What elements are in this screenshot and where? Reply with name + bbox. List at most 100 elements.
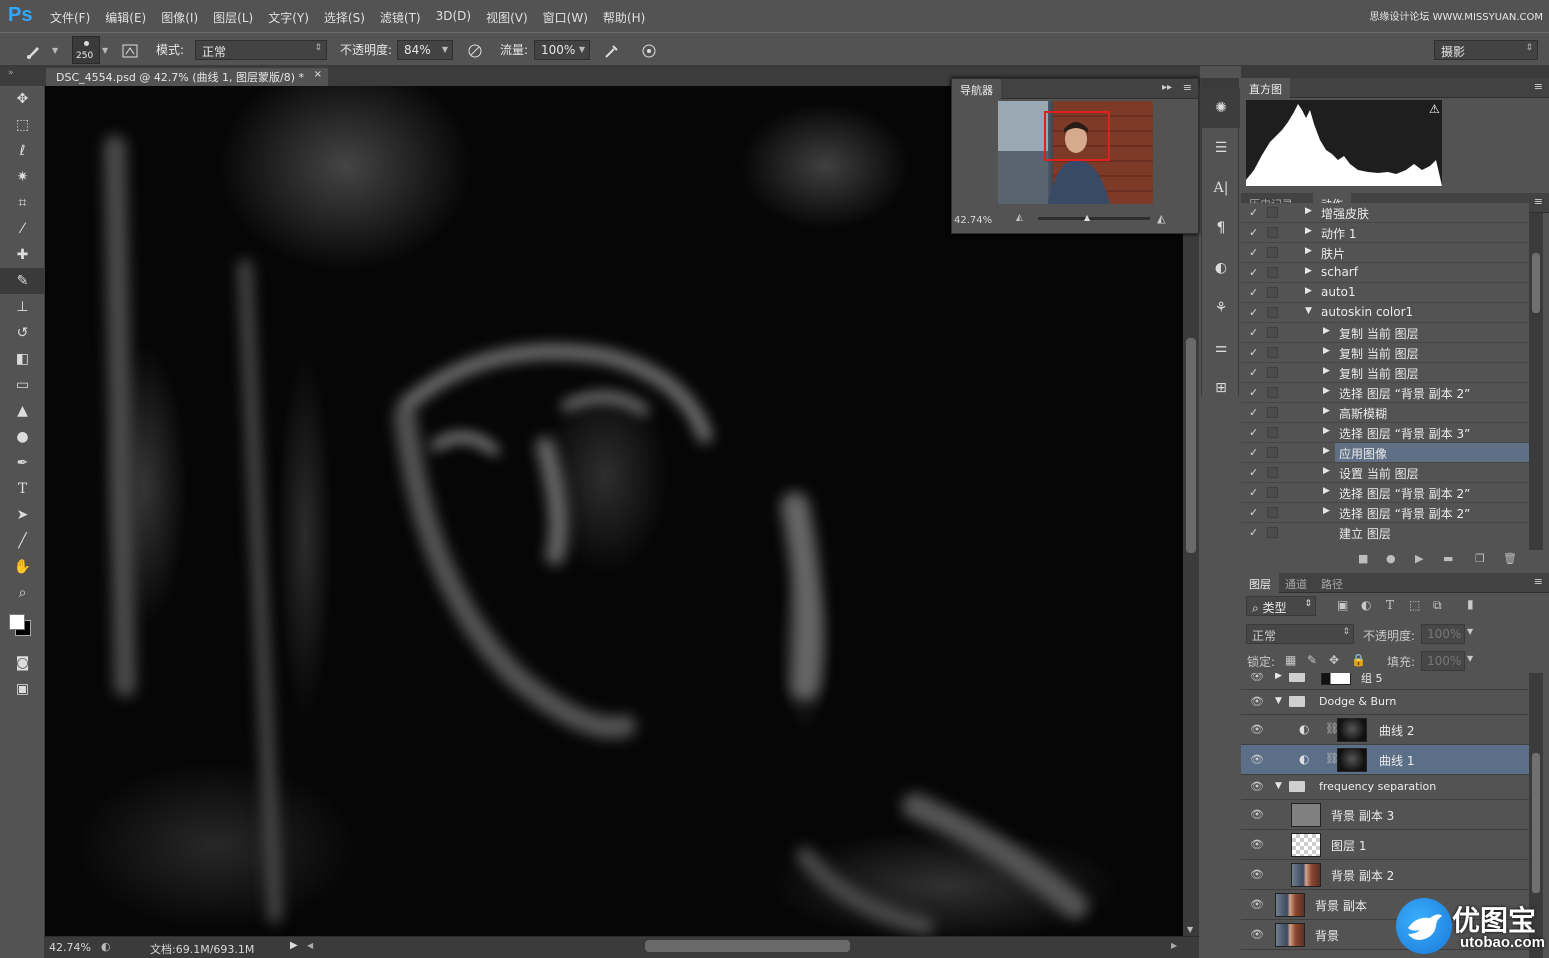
dialog-toggle-box[interactable] — [1267, 347, 1278, 358]
dialog-toggle-box[interactable] — [1267, 427, 1278, 438]
properties-panel-icon[interactable]: ⚌ — [1202, 328, 1240, 368]
expand-panel-icon[interactable]: ▸▸ — [1162, 82, 1172, 93]
action-row[interactable]: ✓ ▶ 复制 当前 图层 — [1241, 323, 1529, 343]
layer-group-row[interactable]: 👁 ▶ 组 5 — [1241, 673, 1529, 690]
checkmark-icon[interactable]: ✓ — [1249, 506, 1258, 519]
info-panel-icon[interactable]: ☰ — [1202, 128, 1240, 168]
checkmark-icon[interactable]: ✓ — [1249, 386, 1258, 399]
action-row[interactable]: ✓ ▶ 动作 1 — [1241, 223, 1529, 243]
canvas-vertical-scroll-thumb[interactable] — [1186, 338, 1196, 553]
adjustments-panel-icon[interactable]: ◐ — [1202, 248, 1240, 288]
healing-brush-tool-icon[interactable]: ✚ — [0, 242, 45, 268]
visibility-eye-icon[interactable]: 👁 — [1250, 898, 1264, 911]
layer-thumbnail[interactable] — [1291, 833, 1321, 857]
tab-paths[interactable]: 路径 — [1313, 573, 1351, 593]
dialog-toggle-box[interactable] — [1267, 507, 1278, 518]
zoom-slider-handle[interactable]: ▲ — [1084, 213, 1090, 222]
panel-menu-icon[interactable]: ≡ — [1534, 80, 1543, 93]
navigator-zoom-slider[interactable]: ▲ — [1038, 213, 1150, 222]
layer-thumbnail[interactable] — [1291, 803, 1321, 827]
pressure-size-icon[interactable] — [637, 40, 661, 62]
new-action-icon[interactable]: ❐ — [1475, 552, 1485, 565]
character-panel-icon[interactable]: A| — [1202, 168, 1240, 208]
layer-row[interactable]: 👁 背景 副本 3 — [1241, 800, 1529, 830]
fill-dropdown-icon[interactable]: ▼ — [1467, 654, 1473, 663]
expand-right-icon[interactable]: ▶ — [1323, 406, 1330, 416]
expand-right-icon[interactable]: ▶ — [1323, 366, 1330, 376]
menu-layer[interactable]: 图层(L) — [213, 9, 253, 26]
action-row[interactable]: ✓ ▶ 增强皮肤 — [1241, 203, 1529, 223]
dialog-toggle-box[interactable] — [1267, 367, 1278, 378]
layer-mask-thumbnail[interactable] — [1337, 718, 1367, 742]
visibility-eye-icon[interactable]: 👁 — [1250, 673, 1264, 683]
dialog-toggle-box[interactable] — [1267, 267, 1278, 278]
checkmark-icon[interactable]: ✓ — [1249, 406, 1258, 419]
marquee-tool-icon[interactable]: ⬚ — [0, 112, 45, 138]
document-tab[interactable]: DSC_4554.psd @ 42.7% (曲线 1, 图层蒙版/8) * × — [46, 68, 328, 86]
navigator-panel-icon[interactable]: ✺ — [1202, 88, 1240, 128]
visibility-eye-icon[interactable]: 👁 — [1250, 723, 1264, 736]
layer-thumbnail[interactable] — [1291, 863, 1321, 887]
tab-channels[interactable]: 通道 — [1277, 573, 1315, 593]
panel-menu-icon[interactable]: ≡ — [1183, 81, 1192, 94]
expand-right-icon[interactable]: ▶ — [1323, 446, 1330, 456]
blend-mode-select[interactable]: 正常 ⇕ — [1246, 624, 1354, 644]
brush-panel-toggle-icon[interactable] — [118, 40, 142, 62]
brush-preset-icon[interactable] — [22, 40, 46, 62]
layer-opacity-input[interactable]: 100% — [1421, 624, 1465, 644]
action-row[interactable]: ✓ ▶ 复制 当前 图层 — [1241, 343, 1529, 363]
layer-thumbnail[interactable] — [1275, 923, 1305, 947]
foreground-color-swatch[interactable] — [9, 614, 25, 630]
airbrush-icon[interactable] — [600, 40, 624, 62]
action-row[interactable]: ✓ ▼ autoskin color1 — [1241, 303, 1529, 323]
lasso-tool-icon[interactable]: ℓ — [0, 138, 45, 164]
checkmark-icon[interactable]: ✓ — [1249, 426, 1258, 439]
path-selection-tool-icon[interactable]: ➤ — [0, 502, 45, 528]
dialog-toggle-box[interactable] — [1267, 487, 1278, 498]
action-row[interactable]: ✓ ▶ 选择 图层 “背景 副本 2” — [1241, 383, 1529, 403]
layer-opacity-dropdown-icon[interactable]: ▼ — [1467, 627, 1473, 636]
layer-mask-thumbnail[interactable] — [1321, 673, 1351, 685]
expand-right-icon[interactable]: ▶ — [1323, 386, 1330, 396]
menu-edit[interactable]: 编辑(E) — [105, 9, 146, 26]
panel-menu-icon[interactable]: ≡ — [1534, 195, 1543, 208]
action-row[interactable]: ✓ ▶ 设置 当前 图层 — [1241, 463, 1529, 483]
expand-right-icon[interactable]: ▶ — [1305, 266, 1312, 276]
paragraph-panel-icon[interactable]: ¶ — [1202, 208, 1240, 248]
layer-mask-thumbnail[interactable] — [1337, 748, 1367, 772]
filter-shape-icon[interactable]: ⬚ — [1409, 598, 1420, 612]
checkmark-icon[interactable]: ✓ — [1249, 326, 1258, 339]
screen-mode-icon[interactable]: ▣ — [0, 676, 45, 702]
lock-position-icon[interactable]: ✥ — [1329, 653, 1339, 667]
layer-row[interactable]: 👁 ◐ ⛓ 曲线 1 — [1241, 745, 1529, 775]
dodge-tool-icon[interactable]: ● — [0, 424, 45, 450]
panel-menu-icon[interactable]: ≡ — [1534, 575, 1543, 588]
expand-right-icon[interactable]: ▶ — [1323, 426, 1330, 436]
quick-mask-icon[interactable]: ◙ — [0, 650, 45, 676]
pressure-opacity-icon[interactable] — [463, 40, 487, 62]
new-set-folder-icon[interactable]: ▬ — [1443, 552, 1453, 565]
scroll-left-icon[interactable]: ◀ — [307, 941, 313, 950]
expand-down-icon[interactable]: ▼ — [1275, 696, 1282, 706]
menu-window[interactable]: 窗口(W) — [543, 9, 588, 26]
trash-icon[interactable]: 🗑 — [1503, 552, 1517, 565]
record-icon[interactable]: ● — [1386, 552, 1396, 565]
visibility-eye-icon[interactable]: 👁 — [1250, 808, 1264, 821]
checkmark-icon[interactable]: ✓ — [1249, 266, 1258, 279]
dialog-toggle-box[interactable] — [1267, 467, 1278, 478]
dialog-toggle-box[interactable] — [1267, 207, 1278, 218]
flow-input[interactable]: 100% ▼ — [534, 40, 590, 60]
dialog-toggle-box[interactable] — [1267, 527, 1278, 538]
checkmark-icon[interactable]: ✓ — [1249, 486, 1258, 499]
action-row[interactable]: ✓ ▶ 选择 图层 “背景 副本 2” — [1241, 483, 1529, 503]
checkmark-icon[interactable]: ✓ — [1249, 526, 1258, 539]
expand-right-icon[interactable]: ▶ — [1323, 506, 1330, 516]
action-row[interactable]: ✓ ▶ 应用图像 — [1241, 443, 1529, 463]
checkmark-icon[interactable]: ✓ — [1249, 206, 1258, 219]
filter-adjustment-icon[interactable]: ◐ — [1361, 598, 1371, 612]
zoom-readout[interactable]: 42.74% — [49, 941, 91, 954]
visibility-eye-icon[interactable]: 👁 — [1250, 780, 1264, 793]
menu-select[interactable]: 选择(S) — [324, 9, 365, 26]
expand-right-icon[interactable]: ▶ — [1323, 466, 1330, 476]
expand-right-icon[interactable]: ▶ — [1305, 226, 1312, 236]
